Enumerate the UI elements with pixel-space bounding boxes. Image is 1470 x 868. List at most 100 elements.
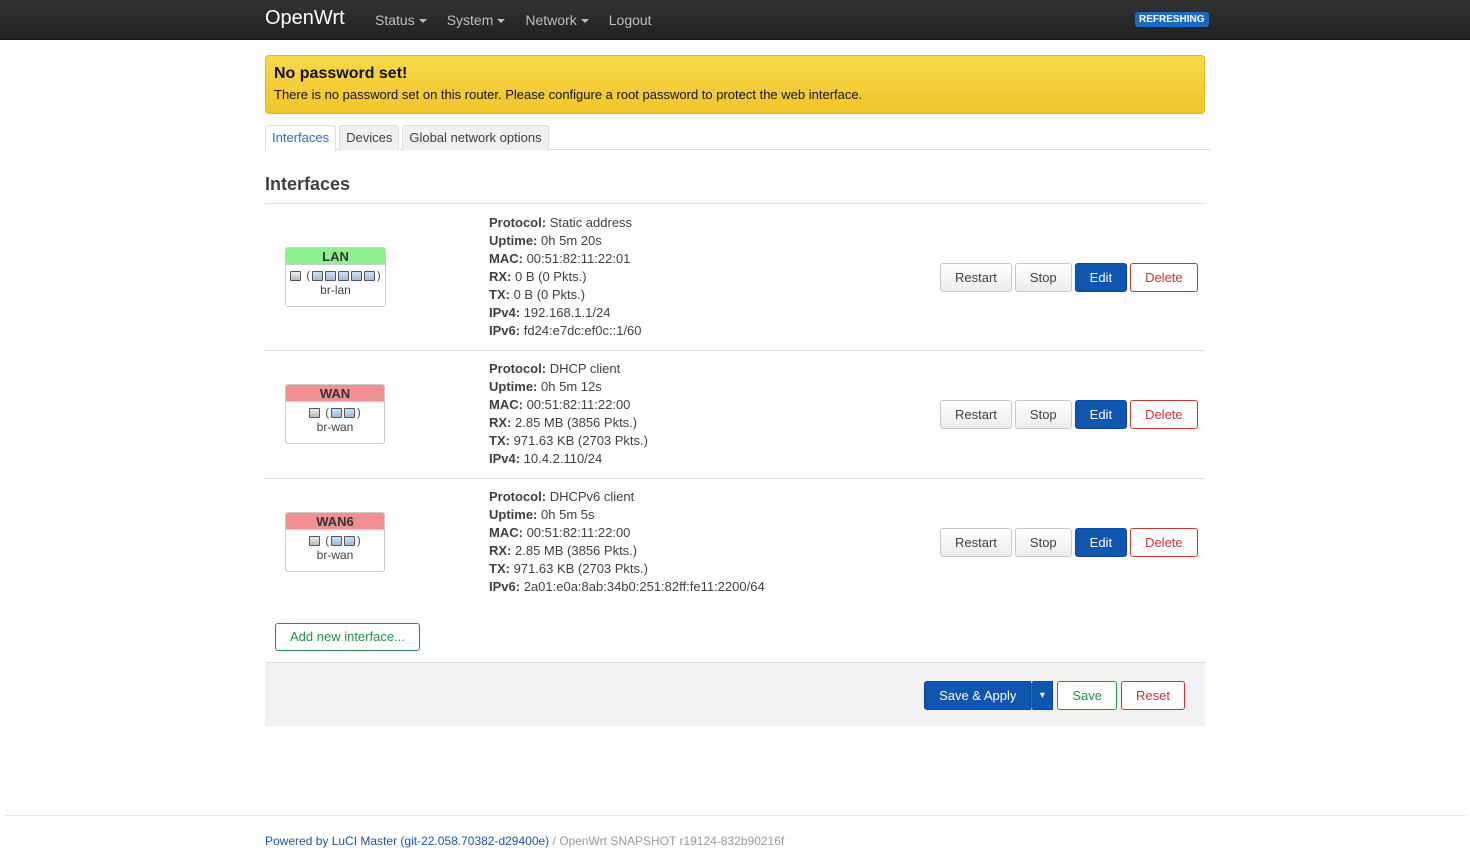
interface-name: LAN	[286, 248, 385, 265]
ethernet-icon	[344, 536, 356, 546]
table-row: WAN6 () br-wan Protocol: DHCPv6 client U…	[265, 479, 1205, 607]
footer-separator: /	[549, 834, 560, 848]
save-apply-button[interactable]: Save & Apply	[924, 681, 1032, 710]
top-navbar: OpenWrt Status System Network Logout REF…	[0, 0, 1470, 40]
interface-badge-lan[interactable]: LAN () br-lan	[285, 247, 386, 307]
table-row: LAN () br-lan Protocol: Static address U…	[265, 204, 1205, 351]
chevron-down-icon	[418, 19, 427, 23]
section-title: Interfaces	[265, 174, 351, 194]
page-actions: Save & Apply ▾ Save Reset	[924, 681, 1185, 710]
page-footer: Powered by LuCI Master (git-22.058.70382…	[265, 833, 784, 849]
stop-button[interactable]: Stop	[1014, 528, 1072, 557]
bridge-icon	[309, 536, 321, 546]
row-actions: Restart Stop Edit Delete	[940, 400, 1198, 429]
bridge-icon	[309, 408, 321, 418]
interfaces-table: LAN () br-lan Protocol: Static address U…	[265, 203, 1205, 607]
delete-button[interactable]: Delete	[1130, 263, 1198, 292]
tab-interfaces[interactable]: Interfaces	[265, 125, 337, 151]
device-name: br-wan	[316, 548, 354, 562]
interface-name: WAN6	[286, 513, 384, 530]
edit-button[interactable]: Edit	[1074, 263, 1128, 292]
interface-badge-wan6[interactable]: WAN6 () br-wan	[285, 512, 385, 572]
ethernet-icon	[364, 271, 376, 281]
save-apply-dropdown-icon[interactable]: ▾	[1031, 681, 1054, 710]
detail-line: RX: 2.85 MB (3856 Pkts.)	[489, 415, 638, 430]
menu-network[interactable]: Network	[525, 0, 589, 40]
detail-line: TX: 971.63 KB (2703 Pkts.)	[489, 561, 648, 576]
stop-button[interactable]: Stop	[1014, 263, 1072, 292]
chevron-down-icon	[580, 19, 589, 23]
no-password-alert: No password set! There is no password se…	[265, 55, 1205, 114]
detail-line: MAC: 00:51:82:11:22:00	[489, 525, 631, 540]
row-actions: Restart Stop Edit Delete	[940, 528, 1198, 557]
table-row: WAN () br-wan Protocol: DHCP client Upti…	[265, 351, 1205, 479]
ethernet-icon	[312, 271, 324, 281]
detail-line: TX: 971.63 KB (2703 Pkts.)	[489, 433, 648, 448]
alert-title: No password set!	[274, 65, 408, 82]
detail-line: Protocol: DHCP client	[489, 361, 621, 376]
alert-message: There is no password set on this router.…	[274, 87, 863, 102]
refreshing-indicator[interactable]: REFRESHING	[1135, 12, 1209, 27]
device-icons: ()	[286, 406, 384, 420]
edit-button[interactable]: Edit	[1074, 400, 1128, 429]
detail-line: RX: 0 B (0 Pkts.)	[489, 269, 587, 284]
menu-status[interactable]: Status	[375, 0, 427, 40]
device-icons: ()	[286, 269, 385, 283]
detail-line: RX: 2.85 MB (3856 Pkts.)	[489, 543, 638, 558]
device-name: br-wan	[316, 420, 354, 434]
ethernet-icon	[351, 271, 363, 281]
bridge-icon	[290, 271, 302, 281]
interface-details: Protocol: DHCP client Uptime: 0h 5m 12s …	[489, 360, 648, 468]
restart-button[interactable]: Restart	[940, 528, 1012, 557]
detail-line: Uptime: 0h 5m 12s	[489, 379, 602, 394]
ethernet-icon	[325, 271, 337, 281]
ethernet-icon	[338, 271, 350, 281]
tab-devices[interactable]: Devices	[339, 125, 400, 150]
row-actions: Restart Stop Edit Delete	[940, 263, 1198, 292]
detail-line: MAC: 00:51:82:11:22:00	[489, 397, 631, 412]
openwrt-version: OpenWrt SNAPSHOT r19124-832b90216f	[559, 834, 785, 848]
ethernet-icon	[331, 408, 343, 418]
brand-logo[interactable]: OpenWrt	[265, 6, 345, 30]
menu-status-label: Status	[375, 12, 415, 28]
menu-system[interactable]: System	[447, 0, 506, 40]
save-button[interactable]: Save	[1057, 681, 1118, 710]
menu-system-label: System	[446, 12, 494, 28]
detail-line: IPv6: 2a01:e0a:8ab:34b0:251:82ff:fe11:22…	[489, 579, 765, 594]
device-icons: ()	[286, 534, 384, 548]
chevron-down-icon	[497, 19, 506, 23]
save-apply-split-button: Save & Apply ▾	[924, 681, 1054, 710]
detail-line: IPv4: 10.4.2.110/24	[489, 451, 603, 466]
reset-button[interactable]: Reset	[1121, 681, 1185, 710]
menu-logout[interactable]: Logout	[609, 0, 652, 40]
detail-line: Protocol: DHCPv6 client	[489, 489, 635, 504]
interface-name: WAN	[286, 385, 384, 402]
luci-link[interactable]: Powered by LuCI Master (git-22.058.70382…	[265, 834, 549, 848]
add-interface-button[interactable]: Add new interface...	[275, 623, 420, 651]
device-name: br-lan	[320, 283, 351, 297]
tab-global-network-options[interactable]: Global network options	[402, 125, 549, 150]
detail-line: IPv4: 192.168.1.1/24	[489, 305, 611, 320]
delete-button[interactable]: Delete	[1130, 528, 1198, 557]
edit-button[interactable]: Edit	[1074, 528, 1128, 557]
detail-line: TX: 0 B (0 Pkts.)	[489, 287, 586, 302]
tab-bar: Interfaces Devices Global network option…	[265, 125, 1210, 151]
ethernet-icon	[344, 408, 356, 418]
detail-line: IPv6: fd24:e7dc:ef0c::1/60	[489, 323, 642, 338]
main-menu: Status System Network Logout	[375, 0, 672, 40]
interface-badge-wan[interactable]: WAN () br-wan	[285, 384, 385, 444]
stop-button[interactable]: Stop	[1014, 400, 1072, 429]
menu-logout-label: Logout	[608, 12, 652, 28]
interface-details: Protocol: DHCPv6 client Uptime: 0h 5m 5s…	[489, 488, 765, 596]
restart-button[interactable]: Restart	[940, 400, 1012, 429]
ethernet-icon	[331, 536, 343, 546]
interface-details: Protocol: Static address Uptime: 0h 5m 2…	[489, 214, 642, 340]
detail-line: Uptime: 0h 5m 20s	[489, 233, 602, 248]
footer-divider	[5, 815, 1465, 816]
page-actions-bar: Save & Apply ▾ Save Reset	[265, 662, 1205, 726]
detail-line: Uptime: 0h 5m 5s	[489, 507, 595, 522]
restart-button[interactable]: Restart	[940, 263, 1012, 292]
detail-line: Protocol: Static address	[489, 215, 633, 230]
detail-line: MAC: 00:51:82:11:22:01	[489, 251, 631, 266]
delete-button[interactable]: Delete	[1130, 400, 1198, 429]
